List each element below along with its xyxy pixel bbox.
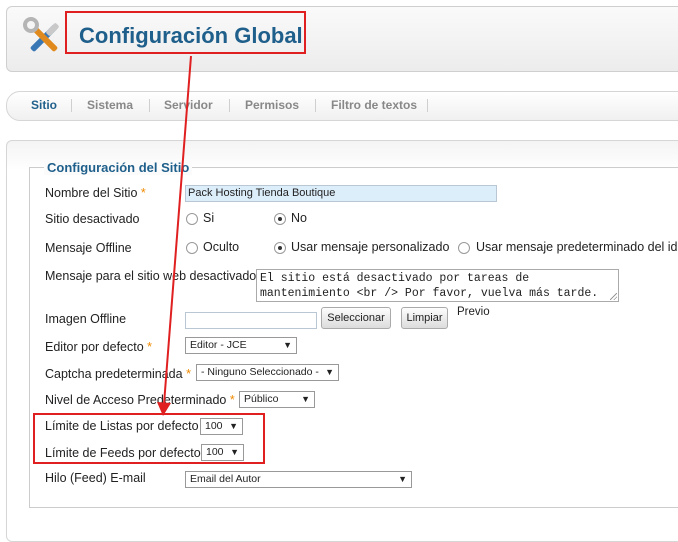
annotation-arrow: [157, 55, 192, 416]
